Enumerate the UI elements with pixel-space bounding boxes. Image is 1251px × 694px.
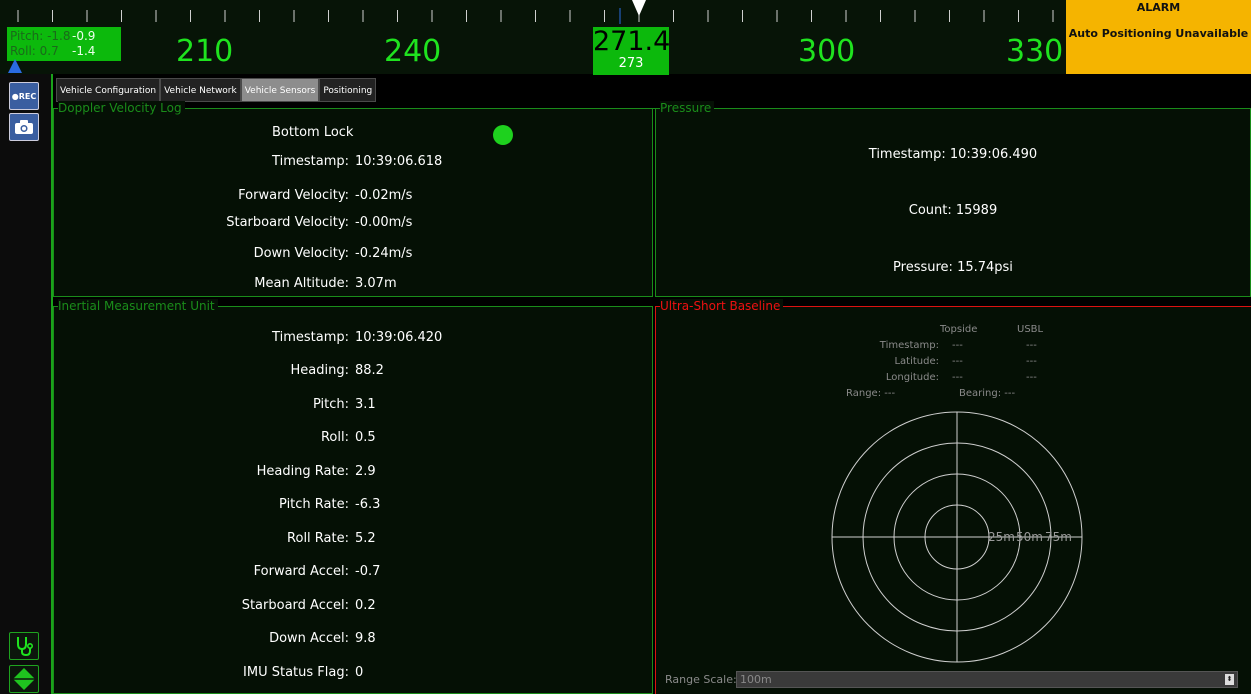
heading-pointer-icon	[632, 0, 646, 16]
dvl-panel: Doppler Velocity Log Bottom Lock Timesta…	[53, 101, 653, 297]
imu-row: Starboard Accel: 0.2	[54, 597, 654, 615]
imu-row: Heading: 88.2	[54, 362, 654, 380]
imu-row-value: -0.7	[355, 564, 381, 579]
stethoscope-icon	[17, 637, 34, 657]
imu-row-label: Pitch:	[312, 397, 349, 412]
imu-row: Timestamp: 10:39:06.420	[54, 329, 654, 347]
imu-row-value: 3.1	[355, 397, 376, 412]
dvl-title: Doppler Velocity Log	[58, 101, 185, 115]
ring-label-50m: 50m	[1016, 530, 1043, 544]
target-heading: 273	[618, 56, 644, 71]
imu-row: Forward Accel: -0.7	[54, 563, 654, 581]
imu-row-value: 0.2	[355, 598, 376, 613]
alarm-banner[interactable]: ALARM Auto Positioning Unavailable	[1066, 0, 1251, 74]
attitude-readout: Pitch: -1.8 -0.9 Roll: 0.7 -1.4	[7, 27, 121, 61]
heading-tape: 210 240 300 330 271.4 273 Pitch: -1.8 -0…	[0, 0, 1251, 75]
usbl-panel: Ultra-Short Baseline Topside USBL Timest…	[655, 299, 1251, 694]
pressure-timestamp: Timestamp: 10:39:06.490	[868, 147, 1038, 162]
current-heading-box: 271.4 273	[593, 26, 671, 75]
imu-row-label: Timestamp:	[272, 330, 349, 345]
record-button-icon: ●REC	[11, 91, 37, 101]
imu-panel: Inertial Measurement Unit Timestamp: 10:3…	[53, 299, 654, 694]
camera-button[interactable]	[9, 113, 39, 141]
pitch-label: Pitch: -1.8	[10, 29, 71, 43]
imu-row: Heading Rate: 2.9	[54, 463, 654, 481]
imu-row-value: 9.8	[355, 631, 376, 646]
tab-vehicle-network[interactable]: Vehicle Network	[160, 78, 241, 102]
starboard-velocity-value: -0.00m/s	[355, 215, 413, 230]
alarm-title: ALARM	[1136, 1, 1181, 14]
navigation-button[interactable]	[9, 665, 39, 693]
pressure-count: Count: 15989	[908, 203, 998, 218]
heading-label-330: 330	[1006, 34, 1064, 69]
heading-label-210: 210	[176, 34, 234, 69]
bottom-lock-label: Bottom Lock	[272, 125, 354, 140]
left-toolbar	[0, 74, 53, 694]
alarm-message: Auto Positioning Unavailable	[1068, 27, 1249, 40]
heading-label-240: 240	[384, 34, 442, 69]
imu-row-value: 5.2	[355, 531, 376, 546]
imu-row-label: Roll:	[320, 430, 349, 445]
heading-label-300: 300	[798, 34, 856, 69]
forward-velocity-value: -0.02m/s	[355, 188, 413, 203]
tab-vehicle-configuration[interactable]: Vehicle Configuration	[56, 78, 161, 102]
roll-value: -1.4	[72, 44, 96, 58]
pressure-value: Pressure: 15.74psi	[893, 260, 1013, 275]
imu-row-value: 88.2	[355, 363, 384, 378]
down-velocity-label: Down Velocity:	[253, 246, 349, 261]
heading-ticks	[17, 8, 1054, 24]
imu-row-label: Down Accel:	[269, 631, 349, 646]
ring-label-25m: 25m	[988, 530, 1015, 544]
app-root: 210 240 300 330 271.4 273 Pitch: -1.8 -0…	[0, 0, 1251, 694]
imu-row-value: 0.5	[355, 430, 376, 445]
dvl-timestamp-label: Timestamp:	[272, 154, 349, 169]
forward-velocity-label: Forward Velocity:	[238, 188, 349, 203]
usbl-polar-plot: 25m 50m 75m	[831, 411, 1083, 663]
imu-row-label: Heading Rate:	[256, 464, 349, 479]
select-arrows-icon: ⬍	[1225, 674, 1234, 685]
range-scale-value: 100m	[740, 673, 772, 686]
mean-altitude-label: Mean Altitude:	[254, 276, 349, 291]
roll-label: Roll: 0.7	[10, 44, 59, 58]
imu-row-value: 10:39:06.420	[355, 330, 443, 345]
camera-icon	[15, 120, 33, 134]
imu-row-label: Heading:	[290, 363, 349, 378]
imu-row: Down Accel: 9.8	[54, 630, 654, 648]
imu-row: Roll Rate: 5.2	[54, 530, 654, 548]
current-heading: 271.4	[593, 26, 671, 57]
imu-row-value: -6.3	[355, 497, 381, 512]
imu-row-label: Roll Rate:	[287, 531, 349, 546]
starboard-velocity-label: Starboard Velocity:	[226, 215, 349, 230]
bottom-lock-indicator-icon	[493, 125, 513, 145]
imu-row-label: Pitch Rate:	[279, 497, 349, 512]
pressure-panel: Pressure Timestamp: 10:39:06.490 Count: …	[655, 101, 1251, 297]
ring-label-75m: 75m	[1045, 530, 1072, 544]
down-velocity-value: -0.24m/s	[355, 246, 413, 261]
pressure-title: Pressure	[660, 101, 715, 115]
navigation-arrows-icon	[13, 668, 35, 690]
mean-altitude-value: 3.07m	[355, 276, 397, 291]
imu-row: Pitch: 3.1	[54, 396, 654, 414]
imu-row: Pitch Rate: -6.3	[54, 496, 654, 514]
attitude-marker-icon	[8, 59, 22, 73]
imu-row-label: Forward Accel:	[253, 564, 349, 579]
dvl-timestamp-value: 10:39:06.618	[355, 154, 443, 169]
record-button[interactable]: ●REC	[9, 82, 39, 110]
imu-row-value: 2.9	[355, 464, 376, 479]
tab-positioning[interactable]: Positioning	[319, 78, 377, 102]
tab-bar: Vehicle Configuration Vehicle Network Ve…	[56, 78, 377, 102]
imu-row-label: Starboard Accel:	[241, 598, 349, 613]
range-scale-select[interactable]: 100m ⬍	[736, 671, 1238, 688]
pitch-value: -0.9	[72, 29, 96, 43]
imu-row-label: IMU Status Flag:	[243, 665, 349, 680]
imu-row-value: 0	[355, 665, 364, 680]
imu-row: IMU Status Flag: 0	[54, 664, 654, 682]
tab-vehicle-sensors[interactable]: Vehicle Sensors	[240, 78, 320, 102]
imu-title: Inertial Measurement Unit	[58, 299, 218, 313]
imu-row: Roll: 0.5	[54, 429, 654, 447]
diagnostics-button[interactable]	[9, 632, 39, 660]
range-scale-label: Range Scale:	[665, 673, 737, 686]
